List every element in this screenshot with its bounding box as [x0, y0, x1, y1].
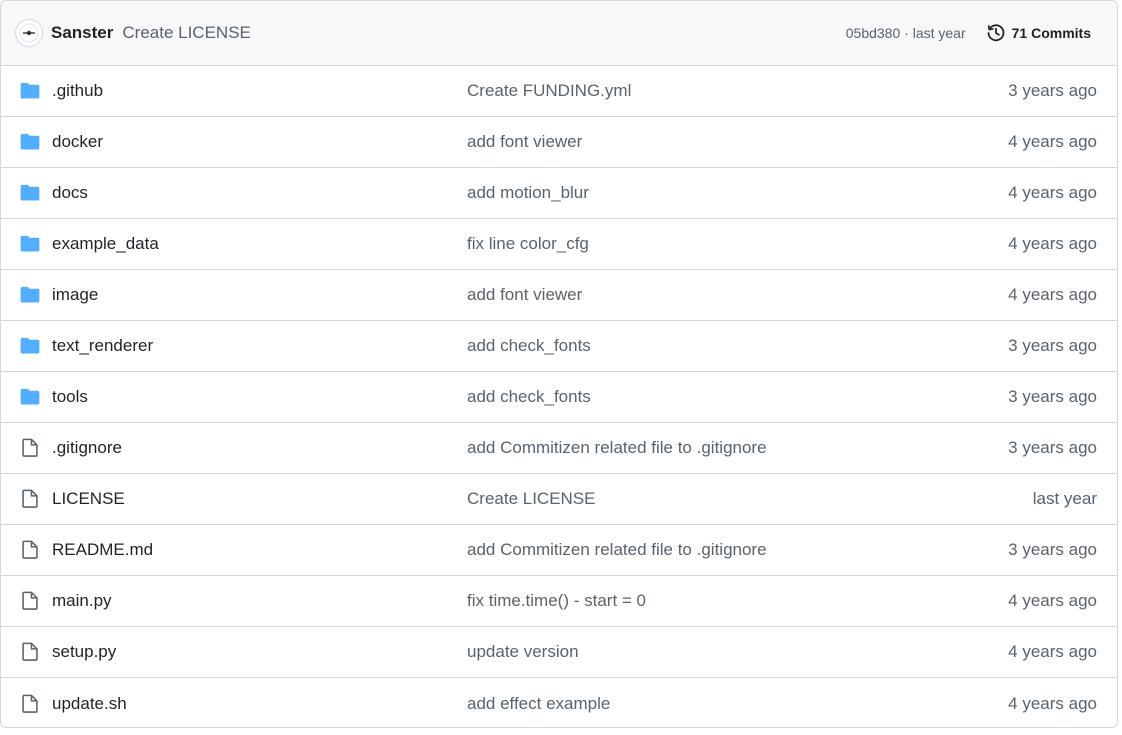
- commit-age: 3 years ago: [1008, 81, 1097, 100]
- file-row[interactable]: docker add font viewer 4 years ago: [1, 117, 1117, 168]
- commit-age: 3 years ago: [1008, 336, 1097, 355]
- file-row[interactable]: README.md add Commitizen related file to …: [1, 525, 1117, 576]
- file-row[interactable]: update.sh add effect example 4 years ago: [1, 678, 1117, 727]
- folder-name-link[interactable]: docker: [52, 132, 103, 152]
- file-icon: [22, 540, 38, 560]
- file-row[interactable]: .gitignore add Commitizen related file to…: [1, 423, 1117, 474]
- commit-age: 3 years ago: [1008, 540, 1097, 559]
- file-name-link[interactable]: main.py: [52, 591, 112, 611]
- folder-name-link[interactable]: docs: [52, 183, 88, 203]
- file-name-link[interactable]: .gitignore: [52, 438, 122, 458]
- commit-message-link[interactable]: Create LICENSE: [467, 489, 596, 509]
- meta-separator: ·: [900, 25, 913, 41]
- file-row[interactable]: setup.py update version 4 years ago: [1, 627, 1117, 678]
- file-row[interactable]: docs add motion_blur 4 years ago: [1, 168, 1117, 219]
- commit-message-link[interactable]: add check_fonts: [467, 336, 591, 356]
- commit-age: last year: [1032, 489, 1097, 508]
- folder-icon: [20, 286, 40, 304]
- commit-age: 4 years ago: [1008, 234, 1097, 253]
- commit-message-link[interactable]: fix time.time() - start = 0: [467, 591, 646, 611]
- commit-message-link[interactable]: add motion_blur: [467, 183, 589, 203]
- commit-message-link[interactable]: fix line color_cfg: [467, 234, 589, 254]
- file-icon: [22, 642, 38, 662]
- commit-sha-link[interactable]: 05bd380: [846, 25, 901, 41]
- folder-icon: [20, 133, 40, 151]
- commit-age: last year: [912, 25, 966, 41]
- commit-age: 4 years ago: [1008, 285, 1097, 304]
- file-name-link[interactable]: setup.py: [52, 642, 116, 662]
- commit-age: 4 years ago: [1008, 132, 1097, 151]
- folder-name-link[interactable]: .github: [52, 81, 103, 101]
- latest-commit-bar: Sanster Create LICENSE 05bd380 · last ye…: [1, 1, 1117, 66]
- commit-message-link[interactable]: add Commitizen related file to .gitignor…: [467, 438, 767, 458]
- file-name-link[interactable]: README.md: [52, 540, 153, 560]
- file-row[interactable]: LICENSE Create LICENSE last year: [1, 474, 1117, 525]
- file-name-link[interactable]: update.sh: [52, 694, 127, 714]
- folder-icon: [20, 337, 40, 355]
- avatar-icon: [19, 23, 39, 43]
- commit-age: 3 years ago: [1008, 438, 1097, 457]
- file-row[interactable]: text_renderer add check_fonts 3 years ago: [1, 321, 1117, 372]
- commit-message-link[interactable]: Create FUNDING.yml: [467, 81, 631, 101]
- file-browser: Sanster Create LICENSE 05bd380 · last ye…: [0, 0, 1118, 728]
- file-list: .github Create FUNDING.yml 3 years ago dock…: [1, 66, 1117, 727]
- commit-message-link[interactable]: update version: [467, 642, 579, 662]
- file-row[interactable]: main.py fix time.time() - start = 0 4 year…: [1, 576, 1117, 627]
- commits-count-label: 71 Commits: [1011, 25, 1091, 41]
- folder-icon: [20, 82, 40, 100]
- commit-age: 3 years ago: [1008, 387, 1097, 406]
- file-row[interactable]: image add font viewer 4 years ago: [1, 270, 1117, 321]
- commit-age: 4 years ago: [1008, 642, 1097, 661]
- author-avatar[interactable]: [15, 19, 43, 47]
- commit-message-link[interactable]: add font viewer: [467, 132, 582, 152]
- file-icon: [22, 591, 38, 611]
- folder-name-link[interactable]: tools: [52, 387, 88, 407]
- file-row[interactable]: example_data fix line color_cfg 4 years ag…: [1, 219, 1117, 270]
- folder-icon: [20, 184, 40, 202]
- history-icon: [987, 24, 1004, 42]
- file-icon: [22, 694, 38, 713]
- folder-icon: [20, 235, 40, 253]
- file-icon: [22, 489, 38, 509]
- commit-message-link[interactable]: add check_fonts: [467, 387, 591, 407]
- commit-author-link[interactable]: Sanster: [51, 23, 113, 43]
- commit-age: 4 years ago: [1008, 591, 1097, 610]
- folder-name-link[interactable]: example_data: [52, 234, 159, 254]
- folder-name-link[interactable]: image: [52, 285, 98, 305]
- commit-age: 4 years ago: [1008, 693, 1097, 713]
- commits-history-link[interactable]: 71 Commits: [986, 23, 1091, 43]
- file-row[interactable]: .github Create FUNDING.yml 3 years ago: [1, 66, 1117, 117]
- commit-message-link[interactable]: add font viewer: [467, 285, 582, 305]
- commit-message-link[interactable]: Create LICENSE: [122, 23, 251, 43]
- commit-message-link[interactable]: add Commitizen related file to .gitignor…: [467, 540, 767, 560]
- file-row[interactable]: tools add check_fonts 3 years ago: [1, 372, 1117, 423]
- file-icon: [22, 438, 38, 458]
- file-name-link[interactable]: LICENSE: [52, 489, 125, 509]
- commit-meta: 05bd380 · last year: [846, 25, 966, 41]
- folder-icon: [20, 388, 40, 406]
- folder-name-link[interactable]: text_renderer: [52, 336, 153, 356]
- commit-message-link[interactable]: add effect example: [467, 694, 610, 714]
- commit-age: 4 years ago: [1008, 183, 1097, 202]
